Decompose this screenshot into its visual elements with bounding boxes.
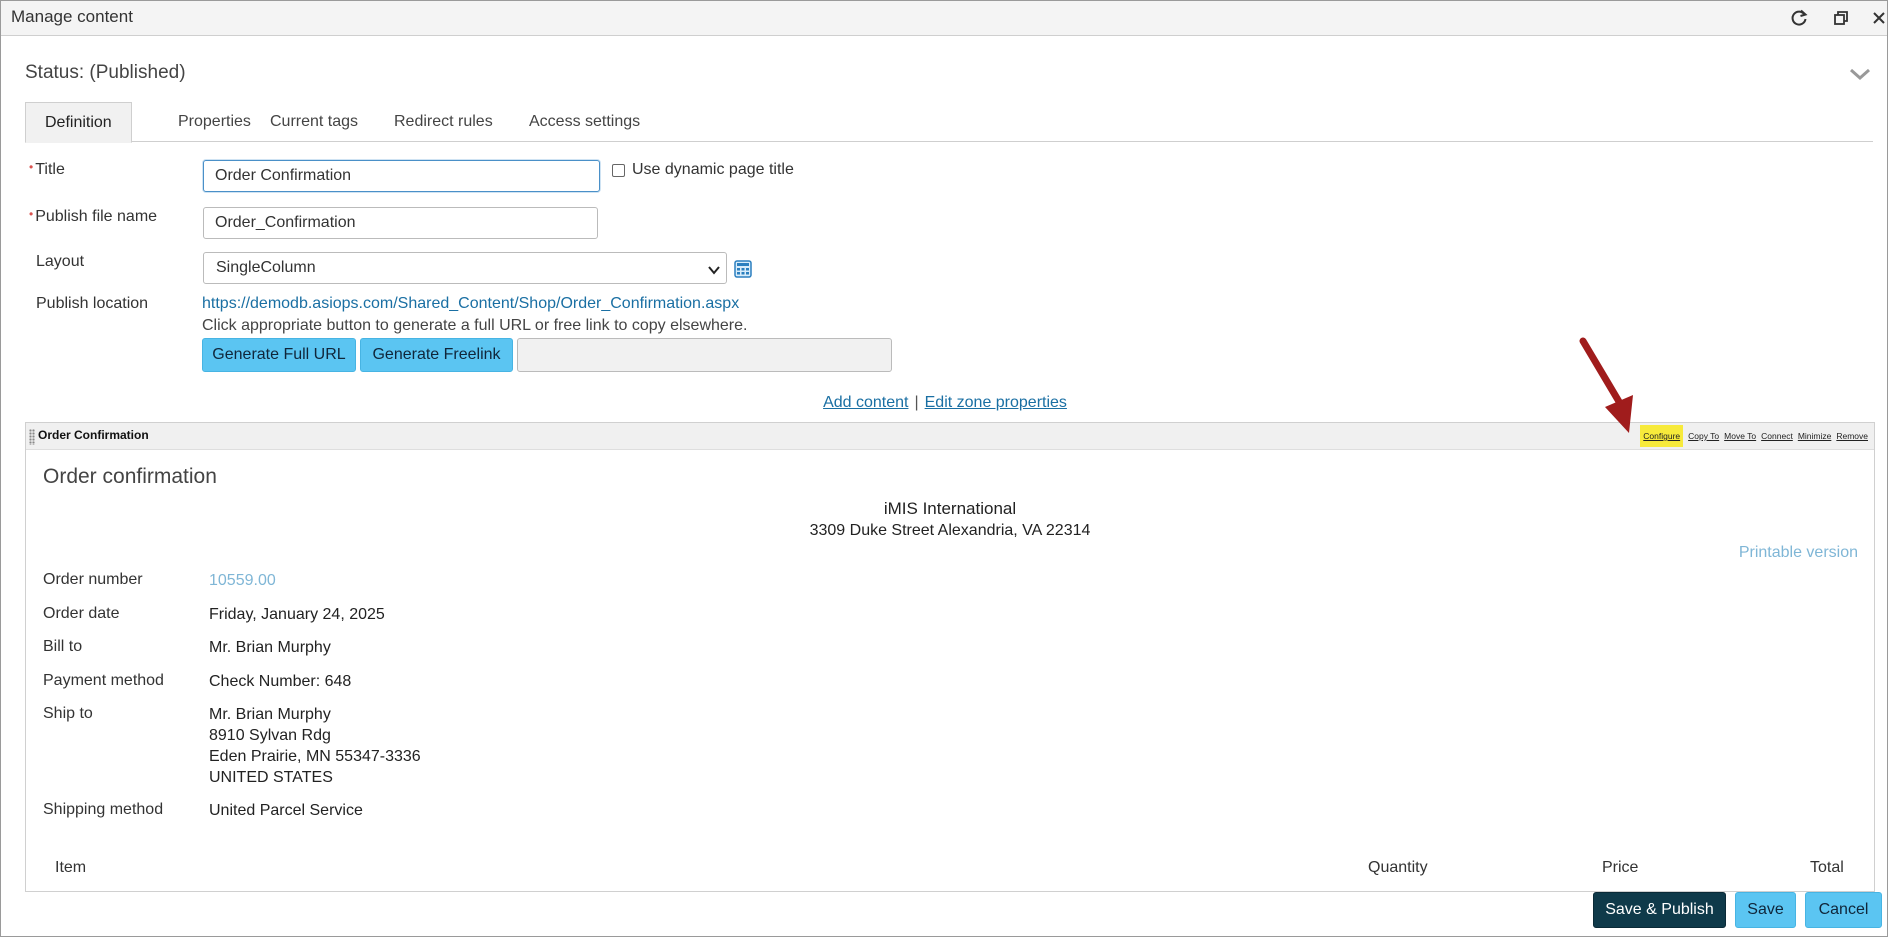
column-header-price: Price [1602,859,1639,876]
column-header-total: Total [1810,859,1844,876]
title-label: • Title [29,160,65,178]
generated-link-field[interactable] [517,338,892,372]
zone-links-separator: | [914,394,919,411]
printable-version-link[interactable]: Printable version [1739,544,1858,562]
order-date-value: Friday, January 24, 2025 [209,606,385,623]
refresh-icon[interactable] [1787,6,1811,30]
layout-label: Layout [36,253,85,270]
layout-selected-value: SingleColumn [216,259,316,276]
window-titlebar: Manage content [1,1,1887,36]
tab-access-settings[interactable]: Access settings [510,102,659,142]
save-and-publish-button[interactable]: Save & Publish [1593,892,1726,928]
remove-link[interactable]: Remove [1836,431,1868,441]
manage-content-window: Manage content Status: (Published) Defin… [0,0,1888,937]
cancel-button[interactable]: Cancel [1805,892,1882,928]
org-name: iMIS International [883,499,1017,518]
ship-to-line: UNITED STATES [209,769,333,786]
title-input[interactable] [203,160,600,192]
publish-location-label: Publish location [36,295,149,312]
payment-method-value: Check Number: 648 [209,673,352,690]
drag-handle-icon[interactable] [29,429,35,445]
column-header-item: Item [55,859,87,876]
layout-grid-icon[interactable] [734,260,752,278]
ship-to-line: Eden Prairie, MN 55347-3336 [209,748,421,765]
copy-to-link[interactable]: Copy To [1688,431,1719,441]
tab-current-tags[interactable]: Current tags [251,102,377,142]
use-dynamic-title-checkbox[interactable] [612,164,625,177]
shipping-method-label: Shipping method [43,801,164,818]
ship-to-line: 8910 Sylvan Rdg [209,727,331,744]
annotation-arrow-icon [1571,337,1641,442]
tab-definition[interactable]: Definition [25,102,132,143]
restore-window-icon[interactable] [1829,6,1853,30]
minimize-link[interactable]: Minimize [1798,431,1832,441]
order-date-label: Order date [43,605,120,622]
tab-redirect-rules[interactable]: Redirect rules [375,102,512,142]
generate-full-url-button[interactable]: Generate Full URL [202,338,356,372]
shipping-method-value: United Parcel Service [209,802,363,819]
tab-strip: Definition Properties Current tags Redir… [25,102,1873,143]
generate-freelink-button[interactable]: Generate Freelink [360,338,513,372]
payment-method-label: Payment method [43,672,164,689]
close-icon[interactable] [1867,6,1888,30]
content-part-title: Order Confirmation [38,428,149,442]
publish-location-wrap: https://demodb.asiops.com/Shared_Content… [202,295,739,313]
bill-to-value: Mr. Brian Murphy [209,639,331,656]
publish-file-label: • Publish file name [29,207,158,225]
order-number-value[interactable]: 10559.00 [209,570,276,591]
order-number-label: Order number [43,571,143,588]
publish-file-input[interactable] [203,207,598,239]
use-dynamic-title-label: Use dynamic page title [632,161,794,178]
content-part: Order Confirmation Configure Copy To Mov… [25,422,1875,892]
window-title: Manage content [11,7,133,26]
move-to-link[interactable]: Move To [1724,431,1756,441]
chevron-down-icon[interactable] [1849,67,1871,86]
org-address: 3309 Duke Street Alexandria, VA 22314 [809,522,1091,539]
order-confirmation-heading: Order confirmation [43,465,217,488]
ship-to-label: Ship to [43,705,93,722]
publish-location-link[interactable]: https://demodb.asiops.com/Shared_Content… [202,295,739,312]
edit-zone-properties-link[interactable]: Edit zone properties [925,394,1067,411]
bill-to-label: Bill to [43,638,83,655]
content-part-actions: Configure Copy To Move To Connect Minimi… [1635,424,1868,448]
connect-link[interactable]: Connect [1761,431,1793,441]
chevron-down-icon [708,262,720,280]
column-header-quantity: Quantity [1368,859,1428,876]
save-button[interactable]: Save [1735,892,1796,928]
layout-select[interactable]: SingleColumn [203,252,727,284]
configure-link[interactable]: Configure [1640,425,1684,447]
add-content-link[interactable]: Add content [823,394,908,411]
status-text: Status: (Published) [25,62,186,83]
ship-to-line: Mr. Brian Murphy [209,706,331,723]
publish-hint: Click appropriate button to generate a f… [202,317,748,334]
